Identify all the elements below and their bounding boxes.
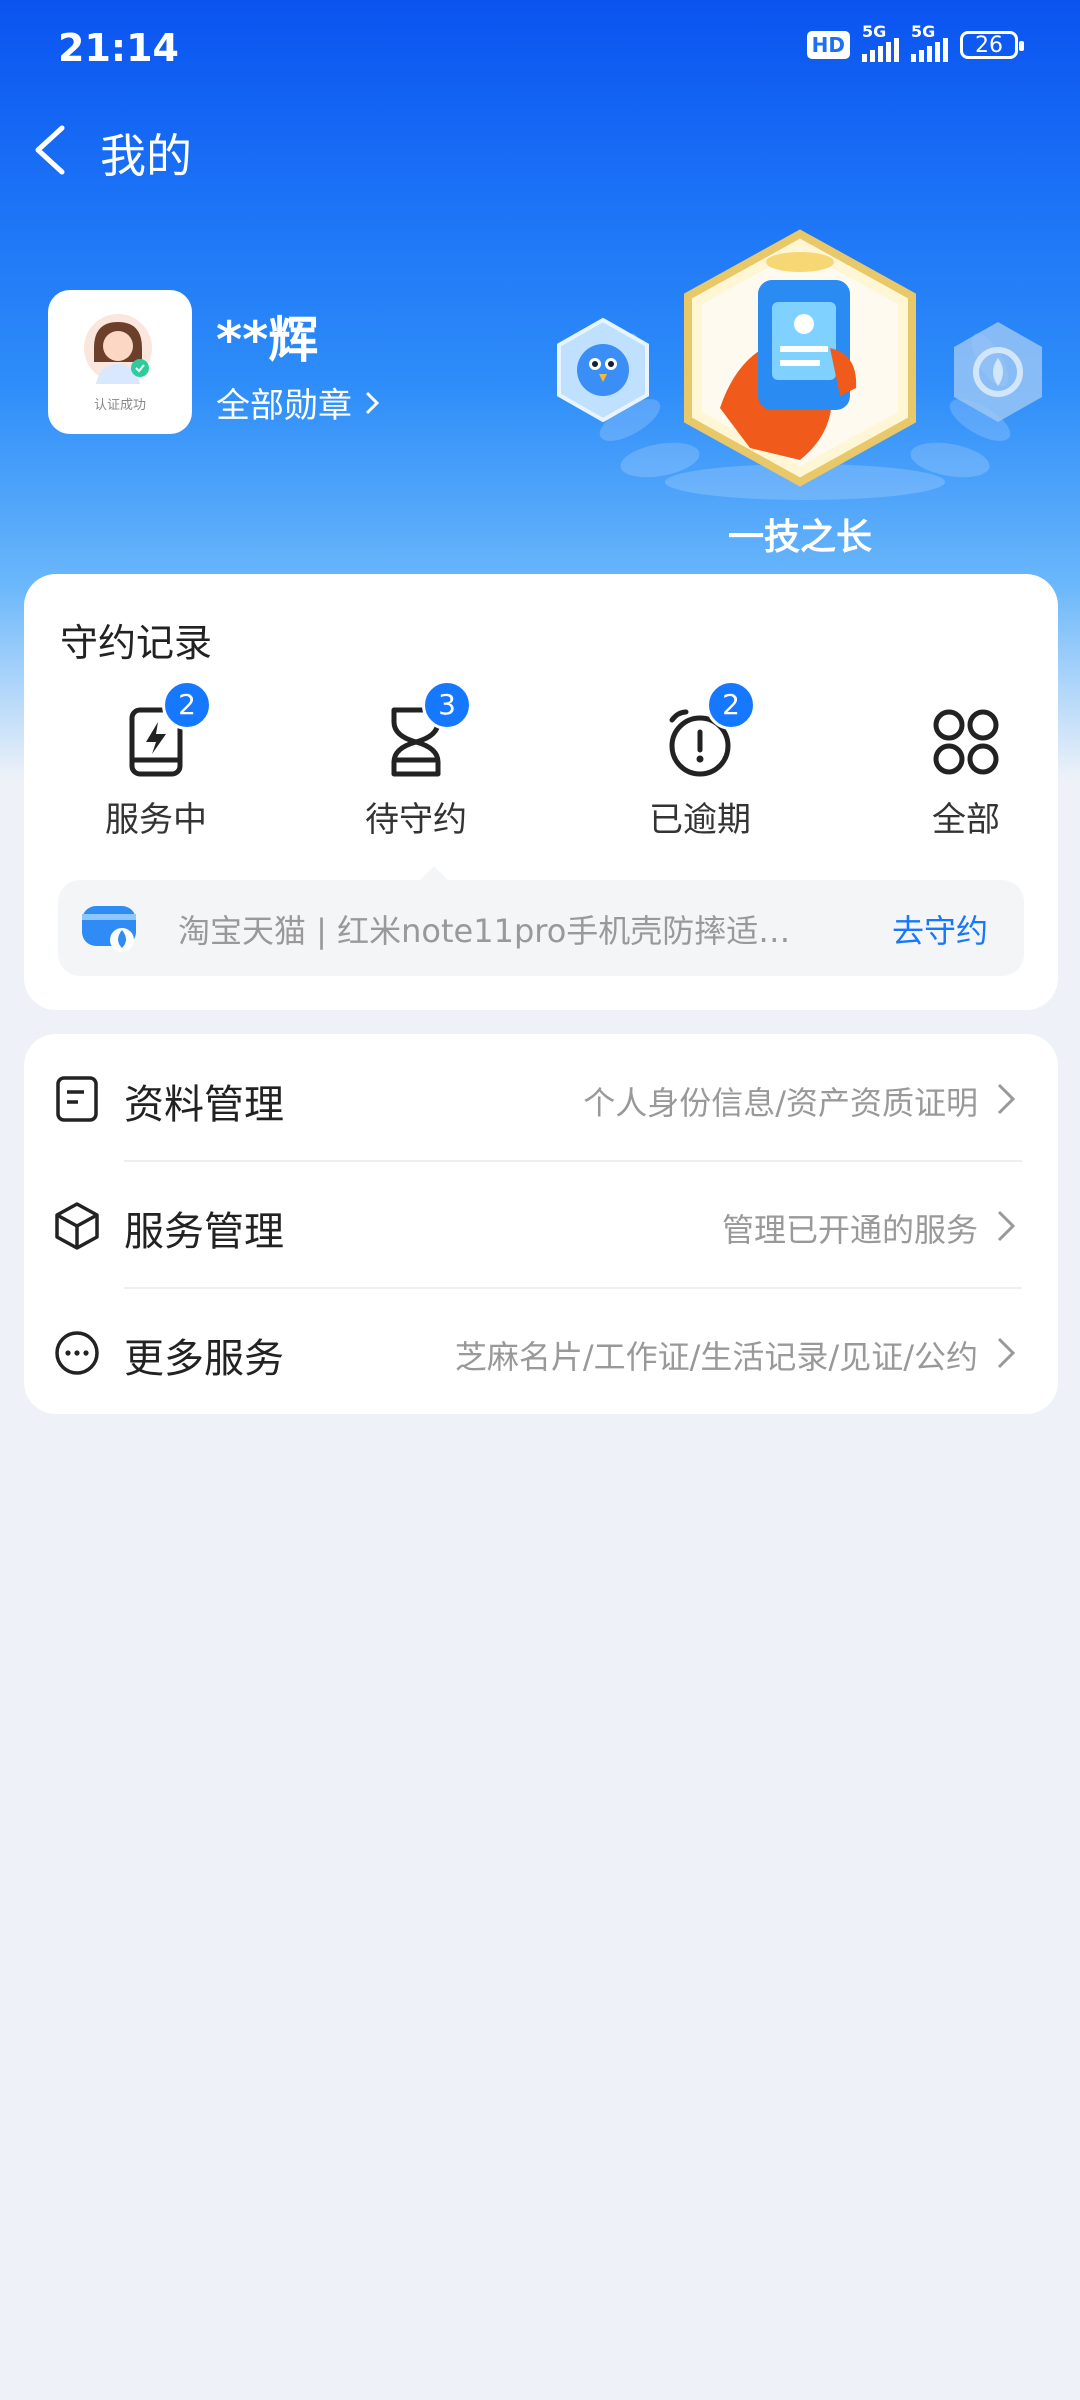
menu-item-service-management[interactable]: 服务管理 管理已开通的服务	[24, 1161, 1058, 1287]
records-item-label: 服务中	[105, 800, 207, 840]
signal-icon-2: 5G	[911, 22, 948, 62]
menu-item-data-management[interactable]: 资料管理 个人身份信息/资产资质证明	[24, 1034, 1058, 1160]
records-item-label: 全部	[932, 800, 1000, 840]
records-item-label: 已逾期	[649, 800, 751, 840]
back-button[interactable]	[30, 118, 70, 182]
chevron-right-icon	[997, 1083, 1016, 1115]
service-drop-icon	[82, 906, 136, 952]
notice-text: 淘宝天猫 | 红米note11pro手机壳防摔适…	[178, 912, 791, 950]
badge-count: 3	[422, 680, 472, 730]
records-overdue[interactable]: 2 已逾期	[600, 680, 800, 841]
pending-notice[interactable]: 淘宝天猫 | 红米note11pro手机壳防摔适… 去守约	[58, 880, 1024, 976]
locked-medal-icon[interactable]	[950, 320, 1046, 424]
hd-voice-icon: HD	[806, 31, 850, 59]
chevron-left-icon	[35, 125, 65, 175]
badge-count: 2	[162, 680, 212, 730]
bird-medal-icon[interactable]	[555, 318, 651, 422]
signal-icon: 5G	[862, 22, 899, 62]
featured-medal-name: 一技之长	[727, 517, 872, 558]
document-icon	[56, 1076, 98, 1122]
menu-item-desc: 个人身份信息/资产资质证明	[583, 1084, 978, 1122]
menu-item-more-services[interactable]: 更多服务 芝麻名片/工作证/生活记录/见证/公约	[24, 1288, 1058, 1414]
avatar-caption: 认证成功	[93, 398, 146, 413]
system-icons: HD 5G 5G 26	[806, 22, 1024, 62]
avatar[interactable]: 认证成功	[48, 290, 192, 434]
chevron-right-icon	[997, 1337, 1016, 1369]
status-bar: 21:14 HD 5G 5G 26	[0, 0, 1080, 100]
cube-icon	[55, 1202, 99, 1250]
records-title: 守约记录	[60, 621, 213, 665]
menu-item-label: 更多服务	[124, 1336, 284, 1382]
all-medals-link[interactable]: 全部勋章	[216, 378, 380, 427]
menu-item-label: 资料管理	[124, 1082, 284, 1128]
badge-count: 2	[706, 680, 756, 730]
featured-medal-icon[interactable]	[680, 228, 920, 488]
chevron-right-icon	[997, 1210, 1016, 1242]
menu-item-label: 服务管理	[124, 1209, 284, 1255]
records-item-label: 待守约	[365, 800, 467, 840]
grid-icon	[933, 709, 999, 775]
fulfill-button[interactable]: 去守约	[892, 906, 988, 952]
more-dots-icon	[55, 1331, 99, 1375]
battery-icon: 26	[960, 31, 1024, 59]
menu-item-desc: 芝麻名片/工作证/生活记录/见证/公约	[454, 1338, 978, 1376]
user-avatar-icon	[84, 314, 152, 384]
status-time: 21:14	[58, 26, 179, 70]
records-all[interactable]: 全部	[866, 702, 1066, 841]
chevron-right-icon	[365, 391, 380, 414]
all-medals-label: 全部勋章	[216, 386, 352, 426]
records-pending[interactable]: 3 待守约	[316, 680, 516, 841]
records-card: 守约记录 2 服务中 3 待守约 2 已逾期 全部 淘宝天猫 | 红米note1…	[24, 574, 1058, 1010]
menu-item-desc: 管理已开通的服务	[721, 1211, 978, 1249]
page-title: 我的	[100, 129, 192, 183]
user-name: **辉	[216, 311, 319, 369]
records-in-service[interactable]: 2 服务中	[56, 680, 256, 841]
menu-card: 资料管理 个人身份信息/资产资质证明 服务管理 管理已开通的服务 更多服务 芝麻…	[24, 1034, 1058, 1414]
